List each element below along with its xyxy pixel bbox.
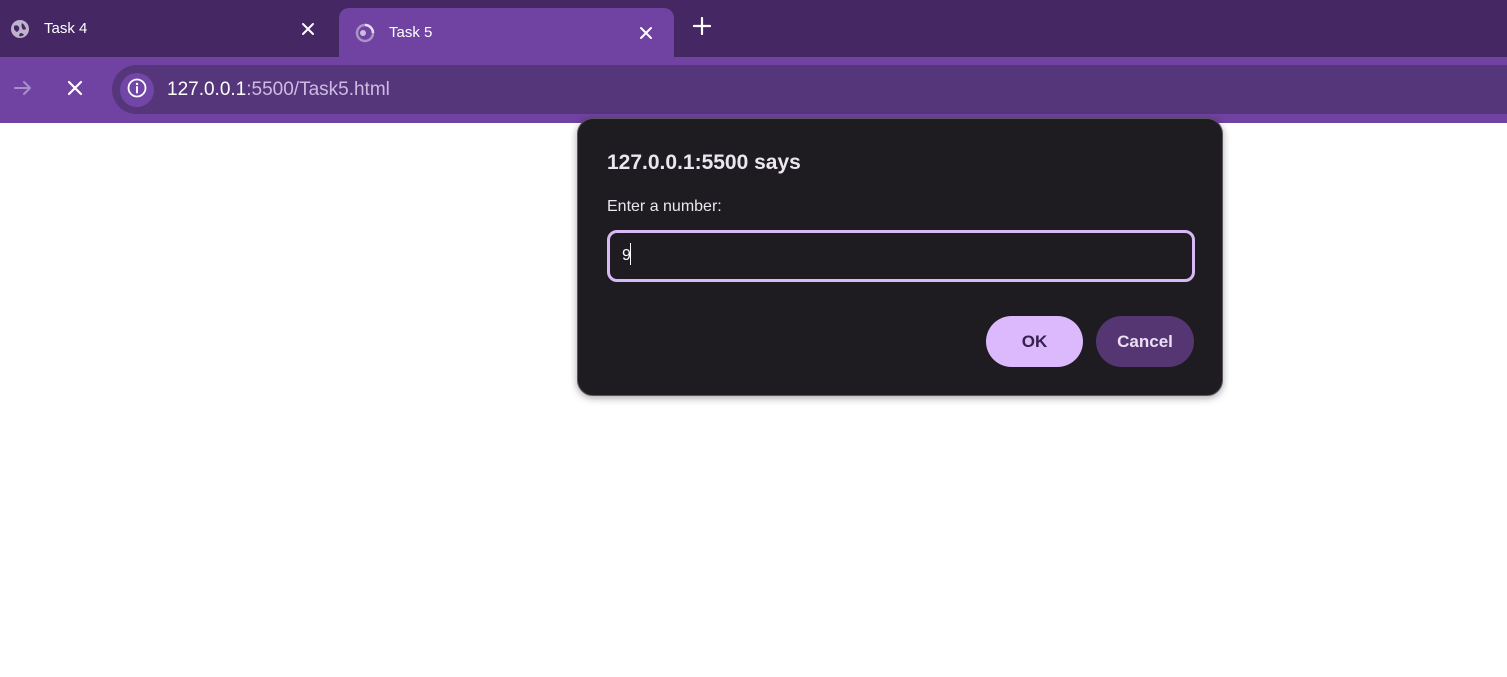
close-tab-icon[interactable]	[298, 19, 318, 39]
url-host: 127.0.0.1	[167, 79, 247, 100]
tab-label: Task 4	[44, 20, 88, 37]
new-tab-button[interactable]	[688, 14, 716, 42]
dialog-title: 127.0.0.1:5500 says	[607, 151, 801, 174]
info-icon	[126, 77, 148, 104]
close-tab-icon[interactable]	[636, 23, 656, 43]
close-icon	[66, 79, 84, 102]
prompt-dialog: 127.0.0.1:5500 says Enter a number: OK C…	[577, 118, 1223, 396]
stop-loading-button[interactable]	[58, 73, 92, 107]
ok-button[interactable]: OK	[986, 316, 1083, 367]
tab-label: Task 5	[389, 24, 433, 41]
url-text[interactable]: 127.0.0.1:5500/Task5.html	[167, 79, 390, 101]
site-info-button[interactable]	[120, 73, 154, 107]
plus-icon	[692, 16, 712, 40]
dialog-message: Enter a number:	[607, 198, 722, 215]
browser-toolbar: 127.0.0.1:5500/Task5.html	[0, 57, 1507, 123]
cancel-button[interactable]: Cancel	[1096, 316, 1194, 367]
forward-button[interactable]	[6, 73, 40, 107]
tab-strip: Task 4 Task 5	[0, 0, 1507, 57]
address-bar[interactable]: 127.0.0.1:5500/Task5.html	[112, 65, 1507, 114]
tab-task-4[interactable]: Task 4	[0, 0, 336, 57]
number-input[interactable]	[607, 230, 1195, 282]
url-path: :5500/Task5.html	[246, 79, 390, 100]
text-caret	[630, 243, 631, 265]
loading-icon	[355, 23, 375, 43]
tab-task-5[interactable]: Task 5	[339, 8, 674, 57]
globe-icon	[10, 19, 30, 39]
arrow-right-icon	[12, 77, 34, 104]
